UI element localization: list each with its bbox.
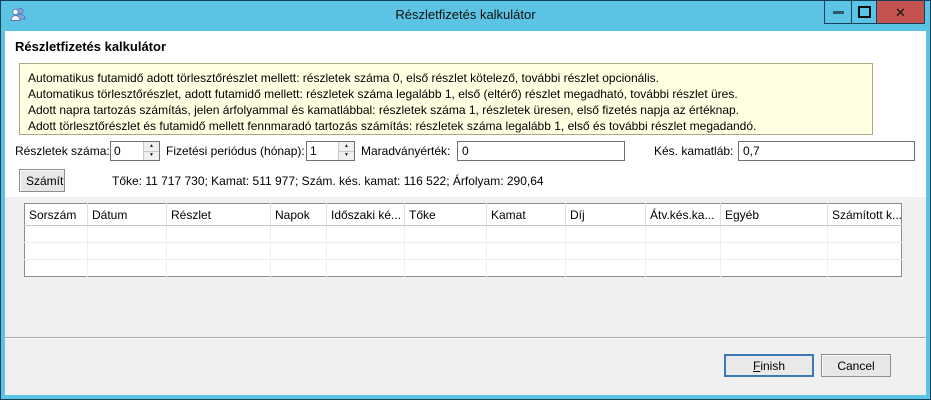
footer-bar: Finish Cancel [5, 337, 926, 395]
maximize-button[interactable] [852, 1, 877, 23]
table-cell [646, 243, 721, 260]
table-cell [25, 243, 88, 260]
window-controls: ✕ [824, 1, 925, 24]
column-header[interactable]: Átv.kés.ka... [646, 204, 721, 226]
table-cell [566, 226, 646, 243]
stepper-buttons: ▲ ▼ [143, 142, 159, 160]
table-cell [646, 260, 721, 277]
form-fields-row: Részletek száma: ▲ ▼ Fizetési periódus (… [5, 141, 926, 163]
column-header[interactable]: Dátum [88, 204, 167, 226]
table-cell [487, 226, 566, 243]
table-cell [88, 243, 167, 260]
finish-button[interactable]: Finish [724, 354, 814, 377]
info-line: Automatikus futamidő adott törlesztőrész… [28, 70, 864, 86]
stepper-up-icon[interactable]: ▲ [144, 142, 159, 152]
titlebar[interactable]: Részletfizetés kalkulátor ✕ [1, 1, 930, 31]
results-section: SorszámDátumRészletNapokIdőszaki ké...Tő… [5, 197, 926, 340]
table-cell [327, 243, 405, 260]
column-header[interactable]: Tőke [405, 204, 487, 226]
table-cell [487, 243, 566, 260]
top-panel: Részletfizetés kalkulátor Automatikus fu… [5, 31, 926, 197]
info-line: Adott napra tartozás számítás, jelen árf… [28, 102, 864, 118]
close-icon: ✕ [895, 6, 906, 19]
table-cell [271, 226, 327, 243]
maximize-icon [858, 6, 871, 18]
column-header[interactable]: Időszaki ké... [327, 204, 405, 226]
column-header[interactable]: Számított k... [828, 204, 902, 226]
close-button[interactable]: ✕ [877, 1, 924, 23]
payment-period-stepper[interactable]: ▲ ▼ [306, 141, 355, 161]
table-cell [25, 260, 88, 277]
installments-count-input[interactable] [111, 142, 143, 160]
stepper-down-icon[interactable]: ▼ [144, 152, 159, 161]
table-cell [327, 260, 405, 277]
table-header-row: SorszámDátumRészletNapokIdőszaki ké...Tő… [25, 204, 902, 226]
stepper-down-icon[interactable]: ▼ [339, 152, 354, 161]
table-cell [828, 260, 902, 277]
table-cell [721, 260, 828, 277]
table-cell [646, 226, 721, 243]
table-cell [167, 260, 271, 277]
page-title: Részletfizetés kalkulátor [15, 39, 166, 54]
table-cell [88, 260, 167, 277]
column-header[interactable]: Kamat [487, 204, 566, 226]
table-row [25, 243, 902, 260]
column-header[interactable]: Részlet [167, 204, 271, 226]
installments-count-stepper[interactable]: ▲ ▼ [110, 141, 160, 161]
payment-period-input[interactable] [307, 142, 338, 160]
column-header[interactable]: Napok [271, 204, 327, 226]
table-cell [88, 226, 167, 243]
table-cell [721, 226, 828, 243]
minimize-icon [833, 11, 844, 14]
installments-count-label: Részletek száma: [15, 144, 110, 158]
payment-period-label: Fizetési periódus (hónap): [166, 144, 305, 158]
table-row [25, 260, 902, 277]
late-interest-rate-input[interactable] [738, 141, 915, 161]
calculate-button[interactable]: Számít [19, 169, 65, 192]
table-cell [167, 226, 271, 243]
table-row [25, 226, 902, 243]
residual-value-input[interactable] [457, 141, 625, 161]
column-header[interactable]: Díj [566, 204, 646, 226]
table-cell [25, 226, 88, 243]
table-cell [487, 260, 566, 277]
dialog-window: Részletfizetés kalkulátor ✕ Részletfizet… [0, 0, 931, 400]
table-cell [566, 243, 646, 260]
window-title: Részletfizetés kalkulátor [1, 7, 930, 22]
table-cell [271, 260, 327, 277]
table-cell [566, 260, 646, 277]
cancel-button[interactable]: Cancel [821, 354, 891, 377]
column-header[interactable]: Sorszám [25, 204, 88, 226]
column-header[interactable]: Egyéb [721, 204, 828, 226]
table-cell [721, 243, 828, 260]
late-interest-rate-label: Kés. kamatláb: [654, 144, 733, 158]
table-body [25, 226, 902, 277]
results-table[interactable]: SorszámDátumRészletNapokIdőszaki ké...Tő… [24, 203, 902, 277]
table-cell [828, 226, 902, 243]
dialog-client-area: Részletfizetés kalkulátor Automatikus fu… [5, 31, 926, 395]
info-line: Adott törlesztőrészlet és futamidő melle… [28, 118, 864, 134]
calculation-summary: Tőke: 11 717 730; Kamat: 511 977; Szám. … [112, 174, 544, 188]
table-cell [405, 243, 487, 260]
table-cell [271, 243, 327, 260]
info-box: Automatikus futamidő adott törlesztőrész… [19, 63, 873, 135]
table-cell [327, 226, 405, 243]
table-cell [828, 243, 902, 260]
table-cell [405, 226, 487, 243]
residual-value-label: Maradványérték: [361, 144, 450, 158]
table-cell [167, 243, 271, 260]
info-line: Automatikus törlesztőrészlet, adott futa… [28, 86, 864, 102]
stepper-up-icon[interactable]: ▲ [339, 142, 354, 152]
table-cell [405, 260, 487, 277]
stepper-buttons: ▲ ▼ [338, 142, 354, 160]
minimize-button[interactable] [825, 1, 852, 23]
